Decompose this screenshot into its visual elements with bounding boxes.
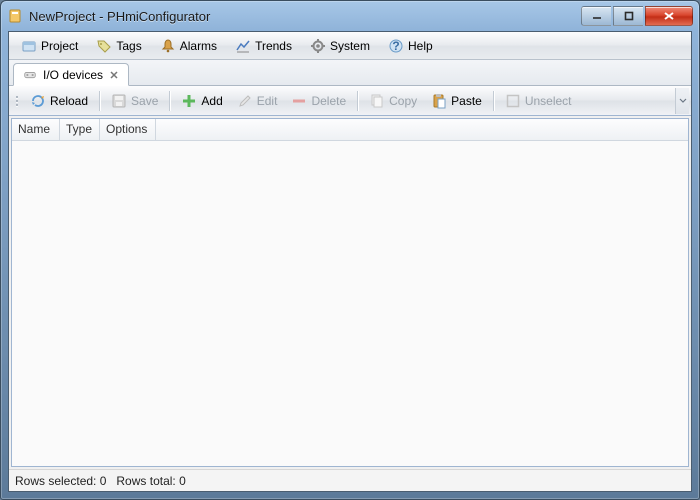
window-controls bbox=[579, 6, 693, 26]
menu-system[interactable]: System bbox=[302, 35, 378, 57]
tab-label: I/O devices bbox=[43, 68, 103, 82]
window-title: NewProject - PHmiConfigurator bbox=[29, 9, 579, 24]
column-header-options[interactable]: Options bbox=[100, 119, 156, 140]
menu-label: Trends bbox=[255, 39, 292, 53]
save-icon bbox=[111, 93, 127, 109]
button-label: Unselect bbox=[525, 94, 572, 108]
project-icon bbox=[21, 38, 37, 54]
delete-button[interactable]: Delete bbox=[285, 90, 352, 112]
column-header-type[interactable]: Type bbox=[60, 119, 100, 140]
menu-label: Tags bbox=[116, 39, 141, 53]
titlebar[interactable]: NewProject - PHmiConfigurator bbox=[1, 1, 699, 31]
button-label: Edit bbox=[257, 94, 278, 108]
unselect-button[interactable]: Unselect bbox=[499, 90, 578, 112]
toolbar-separator bbox=[169, 91, 170, 111]
paste-icon bbox=[431, 93, 447, 109]
reload-button[interactable]: Reload bbox=[24, 90, 94, 112]
toolbar-separator bbox=[493, 91, 494, 111]
button-label: Add bbox=[201, 94, 222, 108]
close-button[interactable] bbox=[645, 6, 693, 26]
menu-label: System bbox=[330, 39, 370, 53]
copy-icon bbox=[369, 93, 385, 109]
device-icon bbox=[22, 67, 38, 83]
status-rows-total: Rows total: 0 bbox=[116, 474, 185, 488]
tabstrip: I/O devices bbox=[9, 60, 691, 86]
bell-icon bbox=[160, 38, 176, 54]
save-button[interactable]: Save bbox=[105, 90, 164, 112]
status-rows-selected: Rows selected: 0 bbox=[15, 474, 106, 488]
gear-icon bbox=[310, 38, 326, 54]
pencil-icon bbox=[237, 93, 253, 109]
toolbar: Reload Save Add Edit Delete bbox=[9, 86, 691, 116]
tag-icon bbox=[96, 38, 112, 54]
plus-icon bbox=[181, 93, 197, 109]
statusbar: Rows selected: 0 Rows total: 0 bbox=[9, 469, 691, 491]
button-label: Copy bbox=[389, 94, 417, 108]
refresh-icon bbox=[30, 93, 46, 109]
grid: Name Type Options bbox=[11, 118, 689, 467]
menu-alarms[interactable]: Alarms bbox=[152, 35, 225, 57]
app-icon bbox=[7, 8, 23, 24]
menu-project[interactable]: Project bbox=[13, 35, 86, 57]
paste-button[interactable]: Paste bbox=[425, 90, 488, 112]
grid-header: Name Type Options bbox=[12, 119, 688, 141]
application-window: NewProject - PHmiConfigurator Project Ta… bbox=[0, 0, 700, 500]
tab-close-icon[interactable] bbox=[108, 69, 120, 81]
toolbar-grip[interactable] bbox=[14, 91, 20, 111]
menu-trends[interactable]: Trends bbox=[227, 35, 300, 57]
menu-label: Project bbox=[41, 39, 78, 53]
grid-body[interactable] bbox=[12, 141, 688, 466]
button-label: Save bbox=[131, 94, 158, 108]
menu-help[interactable]: ? Help bbox=[380, 35, 441, 57]
menu-label: Help bbox=[408, 39, 433, 53]
unselect-icon bbox=[505, 93, 521, 109]
column-header-name[interactable]: Name bbox=[12, 119, 60, 140]
toolbar-overflow[interactable] bbox=[675, 88, 689, 114]
svg-text:?: ? bbox=[392, 39, 399, 53]
client-area: Project Tags Alarms Trends System ? Help bbox=[8, 31, 692, 492]
toolbar-separator bbox=[99, 91, 100, 111]
trend-icon bbox=[235, 38, 251, 54]
menu-tags[interactable]: Tags bbox=[88, 35, 149, 57]
button-label: Paste bbox=[451, 94, 482, 108]
maximize-button[interactable] bbox=[613, 6, 643, 26]
button-label: Reload bbox=[50, 94, 88, 108]
menubar: Project Tags Alarms Trends System ? Help bbox=[9, 32, 691, 60]
copy-button[interactable]: Copy bbox=[363, 90, 423, 112]
tab-io-devices[interactable]: I/O devices bbox=[13, 63, 129, 86]
minimize-button[interactable] bbox=[581, 6, 611, 26]
menu-label: Alarms bbox=[180, 39, 217, 53]
add-button[interactable]: Add bbox=[175, 90, 228, 112]
button-label: Delete bbox=[311, 94, 346, 108]
minus-icon bbox=[291, 93, 307, 109]
toolbar-separator bbox=[357, 91, 358, 111]
help-icon: ? bbox=[388, 38, 404, 54]
edit-button[interactable]: Edit bbox=[231, 90, 284, 112]
